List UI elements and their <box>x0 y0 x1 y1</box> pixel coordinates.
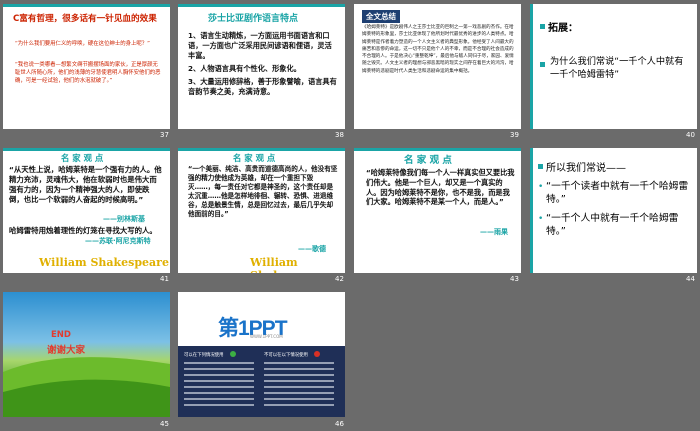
attribution: ——歌德 <box>298 245 326 253</box>
bullet-dot-icon: • <box>538 182 544 192</box>
line-3: “一千个人中就有一千个哈姆雷特。” <box>546 213 679 237</box>
accent-bar <box>178 148 345 151</box>
slide-number: 41 <box>160 275 169 283</box>
question-text: 为什么我们常说“一千个人中就有一千个哈姆雷特” <box>550 56 684 80</box>
usage-panel: 可以在下列情况使用 不可以在以下情况使用 <box>178 346 345 417</box>
bullet-square-icon <box>538 164 543 169</box>
slide-number: 39 <box>510 131 519 139</box>
accent-bar <box>530 148 533 273</box>
line-2: “一千个读者中就有一千个哈姆雷特。” <box>546 181 689 205</box>
bullet-square-icon <box>540 62 545 67</box>
slide-number: 44 <box>686 275 695 283</box>
accent-bar <box>354 148 521 151</box>
quote: “哈姆莱特像我们每一个人一样真实但又要比我们伟大。他是一个巨人，却又是一个真实的… <box>366 168 515 207</box>
slide-39[interactable]: 全文总结 《哈姆莱特》是欧剧伟人之王莎士比亚的巨制之一第—戏悲剧的杰作。在哈姆莱… <box>354 4 521 129</box>
quote-1: “为什么我们要用仁义的呼唤，硬在这位绅士的身上呢？” <box>15 41 150 47</box>
slide-38[interactable]: 莎士比亚剧作语言特点 1、语言生动精炼，一方面运用书面语言和口语，一方面也广泛采… <box>178 4 345 129</box>
point-3: 3、大量运用修辞格，善于形象譬喻，语言具有音韵节奏之美，充满诗意。 <box>188 77 337 96</box>
quote-2: “我也说一类哪看—想繁文缛节搬摆场面的家伙，正是厚颜无耻世人所随心所，他们的浅薄… <box>15 62 161 84</box>
accent-bar <box>3 148 170 151</box>
slide-number: 37 <box>160 131 169 139</box>
bullet-square-icon <box>540 24 545 29</box>
thanks-text: 谢谢大家 <box>47 345 86 356</box>
line-1: 所以我们常说—— <box>546 163 626 174</box>
quote: “从天性上说，哈姆莱特是一个强有力的人。他精力充沛，灵魂伟大，他在软弱时也是伟大… <box>9 165 162 204</box>
slide-46[interactable]: 第1PPT WWW.1PPT.COM 可以在下列情况使用 不可以在以下情况使用 <box>178 292 345 417</box>
slide-44[interactable]: 所以我们常说—— • “一千个读者中就有一千个哈姆雷特。” • “一千个人中就有… <box>530 148 697 273</box>
cross-icon <box>314 351 320 357</box>
summary-tag: 全文总结 <box>362 10 400 23</box>
attribution-1: ——别林斯基 <box>103 215 145 223</box>
shakespeare-signature: William Shakespeare <box>250 256 329 273</box>
slide-number: 40 <box>686 131 695 139</box>
attribution: ——雨果 <box>480 228 508 236</box>
allowed-header: 可以在下列情况使用 <box>184 353 224 358</box>
slide-number: 38 <box>335 131 344 139</box>
bullet-dot-icon: • <box>538 214 544 224</box>
slide-41[interactable]: 名 家 观 点 “从天性上说，哈姆莱特是一个强有力的人。他精力充沛，灵魂伟大，他… <box>3 148 170 273</box>
slide-number: 42 <box>335 275 344 283</box>
point-2: 2、人物语言具有个性化、形象化。 <box>188 64 301 73</box>
quote-2: 哈姆雷特用烛着理性的灯笼在寻找大写的人。 <box>9 226 157 235</box>
accent-bar <box>530 4 533 129</box>
slide-sorter: { "slides": { "s37": {"num":"37","title"… <box>0 0 700 431</box>
slide-37[interactable]: C富有哲理，很多话有一针见血的效果 “为什么我们要用仁义的呼唤，硬在这位绅士的身… <box>3 4 170 129</box>
end-text: END <box>51 330 71 340</box>
attribution-2: ——苏联·阿尼克斯特 <box>85 237 151 245</box>
check-icon <box>230 351 236 357</box>
allowed-list <box>184 362 254 406</box>
slide-42[interactable]: 名 家 观 点 “一个美丽、纯洁、高贵而道德高尚的人，他没有坚强的精力使他成为英… <box>178 148 345 273</box>
slide-title: 名 家 观 点 <box>233 153 276 163</box>
slide-number: 46 <box>335 420 344 428</box>
slide-number: 45 <box>160 420 169 428</box>
accent-bar <box>178 4 345 7</box>
slide-title: 名 家 观 点 <box>61 153 104 163</box>
quote: “一个美丽、纯洁、高贵而道德高尚的人，他没有坚强的精力使他成为英雄，却在一个重担… <box>188 165 338 218</box>
forbidden-list <box>264 362 334 406</box>
slide-number: 43 <box>510 275 519 283</box>
accent-bar <box>3 4 170 7</box>
slide-title: 莎士比亚剧作语言特点 <box>208 14 299 24</box>
point-1: 1、语言生动精炼，一方面运用书面语言和口语，一方面也广泛采用民间谚语和俚语，灵活… <box>188 31 332 60</box>
slide-40[interactable]: 拓展： 为什么我们常说“一千个人中就有一千个哈姆雷特” <box>530 4 697 129</box>
logo-url: WWW.1PPT.COM <box>250 334 283 339</box>
green-hills-image <box>3 357 170 417</box>
slide-title: C富有哲理，很多话有一针见血的效果 <box>13 14 157 24</box>
shakespeare-signature: William Shakespeare <box>39 256 169 269</box>
slide-heading: 拓展： <box>548 23 578 34</box>
slide-45[interactable]: END 谢谢大家 <box>3 292 170 417</box>
summary-text: 《哈姆莱特》是欧剧伟人之王莎士比亚的巨制之一第—戏悲剧的杰作。在哈姆莱特的形象里… <box>362 25 514 74</box>
forbidden-header: 不可以在以下情况使用 <box>264 353 308 358</box>
slide-43[interactable]: 名 家 观 点 “哈姆莱特像我们每一个人一样真实但又要比我们伟大。他是一个巨人，… <box>354 148 521 273</box>
slide-title: 名 家 观 点 <box>404 155 452 166</box>
